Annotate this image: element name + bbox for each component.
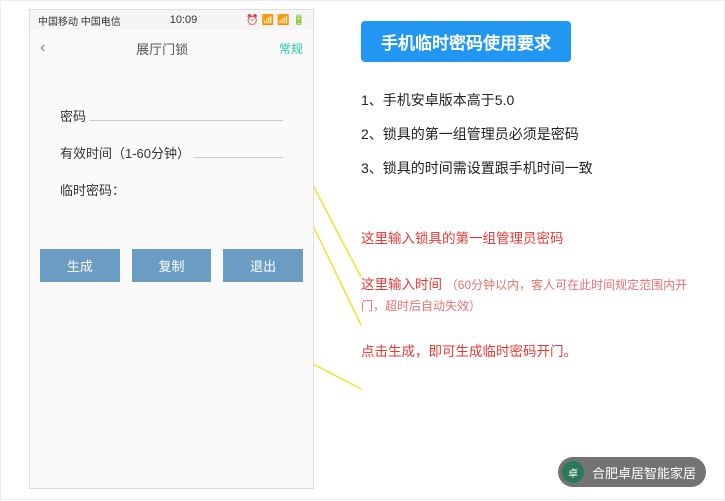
annotation-generate: 点击生成，即可生成临时密码开门。 (361, 341, 711, 363)
instructions-title: 手机临时密码使用要求 (361, 21, 571, 62)
valid-time-field-row: 有效时间（1-60分钟） (60, 143, 283, 162)
nav-bar: ‹ 展厅门锁 常规 (30, 30, 313, 66)
battery-icon: 🔋 (293, 15, 305, 26)
requirements-list: 1、手机安卓版本高于5.0 2、锁具的第一组管理员必须是密码 3、锁具的时间需设… (361, 90, 711, 178)
brand-logo: 卓 (562, 461, 584, 483)
nav-action-link[interactable]: 常规 (279, 40, 303, 57)
page-title: 展厅门锁 (136, 39, 188, 58)
password-input[interactable] (90, 107, 283, 121)
status-icons: ⏰ 📶 📶 🔋 (246, 15, 305, 26)
password-label: 密码 (60, 106, 86, 125)
button-row: 生成 复制 退出 (30, 249, 313, 282)
signal-icon: 📶 (277, 15, 289, 26)
status-time: 10:09 (170, 14, 198, 26)
annotation-time: 这里输入时间 （60分钟以内，客人可在此时间规定范围内开门，超时后自动失效） (361, 274, 711, 317)
temp-password-field-row: 临时密码： (60, 180, 283, 199)
valid-time-label: 有效时间（1-60分钟） (60, 143, 190, 162)
password-field-row: 密码 (60, 106, 283, 125)
phone-mockup: 中国移动 中国电信 10:09 ⏰ 📶 📶 🔋 ‹ 展厅门锁 常规 密码 有效时… (29, 9, 314, 489)
annotation-password: 这里输入锁具的第一组管理员密码 (361, 228, 711, 250)
exit-button[interactable]: 退出 (223, 249, 303, 282)
brand-footer: 卓 合肥卓居智能家居 (558, 457, 706, 487)
annotation-time-main: 这里输入时间 (361, 277, 442, 292)
back-button[interactable]: ‹ (40, 39, 45, 57)
requirement-item: 1、手机安卓版本高于5.0 (361, 90, 711, 110)
requirement-item: 2、锁具的第一组管理员必须是密码 (361, 124, 711, 144)
generate-button[interactable]: 生成 (40, 249, 120, 282)
requirement-item: 3、锁具的时间需设置跟手机时间一致 (361, 158, 711, 178)
instructions-panel: 手机临时密码使用要求 1、手机安卓版本高于5.0 2、锁具的第一组管理员必须是密… (361, 21, 711, 386)
status-carriers: 中国移动 中国电信 (38, 13, 121, 28)
form-area: 密码 有效时间（1-60分钟） 临时密码： (30, 66, 313, 199)
alarm-icon: ⏰ (246, 15, 258, 26)
signal-icon: 📶 (262, 15, 274, 26)
valid-time-input[interactable] (194, 144, 283, 158)
status-bar: 中国移动 中国电信 10:09 ⏰ 📶 📶 🔋 (30, 10, 313, 30)
copy-button[interactable]: 复制 (132, 249, 212, 282)
brand-name: 合肥卓居智能家居 (592, 463, 696, 482)
temp-password-label: 临时密码： (60, 180, 125, 199)
